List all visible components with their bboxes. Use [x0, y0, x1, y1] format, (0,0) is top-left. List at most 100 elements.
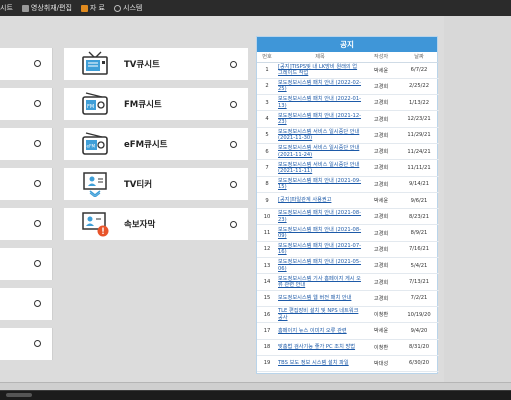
radio-icon[interactable] [230, 101, 237, 108]
radio-icon[interactable] [34, 180, 41, 187]
card-fm-cuesheet[interactable]: FM FM큐시트 [64, 88, 248, 120]
left-card[interactable] [0, 88, 53, 120]
row-number: 7 [257, 159, 277, 177]
row-author: 고경희 [363, 110, 399, 128]
program-card-column: TV큐시트 FM FM큐시트 eFM eFM큐시트 TV티커 속보자막 [64, 48, 248, 248]
table-row[interactable]: 14 보도정보시스템 기사 홈페이지 게시 오류 관련 안내 고경희 7/13/21 [257, 273, 439, 291]
row-date: 8/31/20 [399, 339, 439, 356]
radio-icon[interactable] [230, 181, 237, 188]
row-title[interactable]: 홈페이지 뉴스 이미지 오류 관련 [277, 322, 363, 340]
card-efm-cuesheet[interactable]: eFM eFM큐시트 [64, 128, 248, 160]
left-card[interactable] [0, 128, 53, 160]
row-author: 고경희 [363, 224, 399, 242]
row-author: 이청환 [363, 339, 399, 356]
column-header-date[interactable]: 날짜 [399, 52, 439, 63]
radio-icon[interactable] [230, 221, 237, 228]
row-title[interactable]: 보도정보시스템 패치 안내 (2021-07-16) [277, 241, 363, 259]
folder-icon [80, 4, 88, 12]
radio-icon[interactable] [34, 300, 41, 307]
table-row[interactable]: 2 보도정보시스템 패치 안내 (2022-02-25) 고경희 2/25/22 [257, 78, 439, 96]
row-title[interactable]: 보도정보시스템 서비스 일시중단 안내 (2021-11-24) [277, 143, 363, 161]
menu-item-system[interactable]: 시스템 [114, 3, 142, 13]
row-title[interactable]: 보도정보시스템 웹 버전 패치 안내 [277, 290, 363, 307]
row-author: 고경희 [363, 159, 399, 177]
left-card[interactable] [0, 328, 53, 360]
top-menu-bar: 시트 영상취재/편집 자 료 시스템 [0, 0, 511, 16]
row-date: 11/29/21 [399, 127, 439, 144]
radio-icon[interactable] [34, 340, 41, 347]
table-row[interactable]: 4 보도정보시스템 패치 안내 (2021-12-23) 고경희 12/23/21 [257, 110, 439, 128]
row-date: 12/23/21 [399, 110, 439, 128]
row-title[interactable]: [공지]TISPS및 내 LK방비 원래의 업 그레이드 작업 [277, 62, 363, 79]
efm-cuesheet-icon: eFM [78, 130, 112, 158]
table-row[interactable]: 10 보도정보시스템 패치 안내 (2021-08-23) 고경희 8/23/21 [257, 208, 439, 226]
row-title[interactable]: 맞춤법 검사기능 좋가 PC 조치 방법 [277, 339, 363, 356]
table-row[interactable]: 8 보도정보시스템 패치 안내 (2021-09-15) 고경희 9/14/21 [257, 176, 439, 193]
row-date: 2/25/22 [399, 78, 439, 96]
scrollbar-thumb[interactable] [6, 393, 32, 397]
gear-icon [114, 4, 121, 12]
video-icon [21, 4, 29, 12]
row-number: 1 [257, 62, 277, 79]
radio-icon[interactable] [34, 260, 41, 267]
row-title[interactable]: 보도정보시스템 패치 안내 (2021-09-15) [277, 176, 363, 193]
row-title[interactable]: TLE 편집장비 설치 및 NPS 네트워크 공사 [277, 306, 363, 324]
row-title[interactable]: 보도정보시스템 패치 안내 (2021-05-06) [277, 257, 363, 275]
row-number: 4 [257, 110, 277, 128]
row-number: 12 [257, 241, 277, 259]
left-card[interactable] [0, 208, 53, 240]
table-row[interactable]: 17 홈페이지 뉴스 이미지 오류 관련 박세윤 9/4/20 [257, 322, 439, 340]
menu-item-materials[interactable]: 자 료 [80, 3, 105, 13]
card-tv-ticker[interactable]: TV티커 [64, 168, 248, 200]
table-row[interactable]: 11 보도정보시스템 패치 안내 (2021-08-09) 고경희 8/9/21 [257, 224, 439, 242]
menu-item-sheet[interactable]: 시트 [0, 3, 13, 13]
right-empty-area [444, 16, 511, 390]
table-row[interactable]: 19 TBS 보도 정보 시스템 설치 파일 박대성 6/30/20 [257, 355, 439, 373]
column-header-number[interactable]: 번호 [257, 52, 277, 63]
row-title[interactable]: TBS 보도 정보 시스템 설치 파일 [277, 355, 363, 373]
table-row[interactable]: 6 보도정보시스템 서비스 일시중단 안내 (2021-11-24) 고경희 11/2… [257, 143, 439, 161]
table-row[interactable]: 13 보도정보시스템 패치 안내 (2021-05-06) 고경희 5/4/21 [257, 257, 439, 275]
row-title[interactable]: 보도정보시스템 패치 안내 (2022-02-25) [277, 78, 363, 96]
left-card[interactable] [0, 288, 53, 320]
table-row[interactable]: 12 보도정보시스템 패치 안내 (2021-07-16) 고경희 7/16/21 [257, 241, 439, 259]
row-author: 고경희 [363, 127, 399, 144]
left-card[interactable] [0, 48, 53, 80]
column-header-author[interactable]: 작성자 [363, 52, 399, 63]
card-breaking-caption[interactable]: 속보자막 [64, 208, 248, 240]
notice-table: 번호 제목 작성자 날짜 1 [공지]TISPS및 내 LK방비 원래의 업 그레… [257, 52, 439, 373]
table-row[interactable]: 7 보도정보시스템 서비스 일시중단 안내 (2021-11-11) 고경희 11/1… [257, 159, 439, 177]
row-title[interactable]: [공지]파일관계 사용권고 [277, 192, 363, 210]
card-tv-cuesheet[interactable]: TV큐시트 [64, 48, 248, 80]
table-row[interactable]: 9 [공지]파일관계 사용권고 박세윤 9/6/21 [257, 192, 439, 210]
radio-icon[interactable] [34, 100, 41, 107]
row-title[interactable]: 보도정보시스템 패치 안내 (2022-01-13) [277, 94, 363, 112]
row-title[interactable]: 보도정보시스템 기사 홈페이지 게시 오류 관련 안내 [277, 273, 363, 291]
column-header-title[interactable]: 제목 [277, 52, 363, 63]
row-title[interactable]: 보도정보시스템 패치 안내 (2021-12-23) [277, 110, 363, 128]
notice-title: 공지 [257, 37, 437, 52]
row-title[interactable]: 보도정보시스템 서비스 일시중단 안내 (2021-11-30) [277, 127, 363, 144]
table-row[interactable]: 16 TLE 편집장비 설치 및 NPS 네트워크 공사 이청환 10/19/20 [257, 306, 439, 324]
radio-icon[interactable] [34, 140, 41, 147]
table-row[interactable]: 3 보도정보시스템 패치 안내 (2022-01-13) 고경희 1/13/22 [257, 94, 439, 112]
row-number: 2 [257, 78, 277, 96]
card-label: FM큐시트 [124, 100, 162, 110]
radio-icon[interactable] [34, 60, 41, 67]
radio-icon[interactable] [230, 141, 237, 148]
row-title[interactable]: 보도정보시스템 패치 안내 (2021-08-23) [277, 208, 363, 226]
horizontal-scrollbar[interactable] [0, 382, 511, 390]
table-row[interactable]: 1 [공지]TISPS및 내 LK방비 원래의 업 그레이드 작업 박세윤 6/7/2… [257, 62, 439, 79]
left-card[interactable] [0, 168, 53, 200]
radio-icon[interactable] [34, 220, 41, 227]
card-label: TV티커 [124, 180, 153, 190]
table-row[interactable]: 5 보도정보시스템 서비스 일시중단 안내 (2021-11-30) 고경희 11/2… [257, 127, 439, 144]
table-row[interactable]: 18 맞춤법 검사기능 좋가 PC 조치 방법 이청환 8/31/20 [257, 339, 439, 356]
left-card[interactable] [0, 248, 53, 280]
radio-icon[interactable] [230, 61, 237, 68]
row-title[interactable]: 보도정보시스템 서비스 일시중단 안내 (2021-11-11) [277, 159, 363, 177]
card-label: TV큐시트 [124, 60, 160, 70]
table-row[interactable]: 15 보도정보시스템 웹 버전 패치 안내 고경희 7/2/21 [257, 290, 439, 307]
menu-item-video-edit[interactable]: 영상취재/편집 [21, 3, 72, 13]
row-title[interactable]: 보도정보시스템 패치 안내 (2021-08-09) [277, 224, 363, 242]
